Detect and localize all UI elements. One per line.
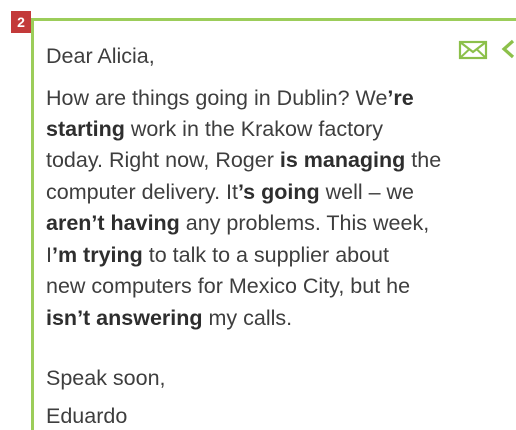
- body-text: work in the Krakow factory: [124, 117, 383, 141]
- body-line: new computers for Mexico City, but he: [46, 274, 410, 299]
- body-text: to talk to a supplier about: [142, 243, 389, 267]
- body-text: computer delivery. It: [46, 180, 238, 204]
- greeting: Dear Alicia,: [46, 44, 155, 68]
- body-line: aren’t having any problems. This week,: [46, 211, 429, 236]
- bold-verb-phrase: ’m trying: [51, 243, 143, 267]
- bold-verb-phrase: starting: [46, 117, 125, 141]
- signature: Eduardo: [46, 404, 128, 428]
- body-text: well – we: [319, 180, 415, 204]
- body-text: any problems. This week,: [179, 211, 430, 235]
- body-line: How are things going in Dublin? We’re: [46, 86, 414, 111]
- body-text: new computers for Mexico City, but he: [46, 274, 411, 298]
- body-line: today. Right now, Roger is managing the: [46, 148, 441, 173]
- left-divider: [31, 18, 34, 430]
- exercise-number-badge: 2: [11, 11, 31, 33]
- bold-verb-phrase: aren’t having: [46, 211, 180, 235]
- closing: Speak soon,: [46, 366, 166, 390]
- bold-verb-phrase: is managing: [279, 148, 406, 172]
- bold-verb-phrase: isn’t answering: [46, 306, 203, 330]
- body-line: starting work in the Krakow factory: [46, 117, 383, 142]
- body-line: I’m trying to talk to a supplier about: [46, 243, 389, 268]
- bold-verb-phrase: ’re: [387, 86, 414, 110]
- body-text: the: [405, 148, 442, 172]
- top-divider: [31, 18, 516, 21]
- body-line: computer delivery. It’s going well – we: [46, 180, 414, 205]
- envelope-icon[interactable]: [458, 40, 488, 60]
- chevron-left-icon[interactable]: [500, 38, 516, 60]
- body-line: isn’t answering my calls.: [46, 306, 292, 331]
- bold-verb-phrase: ’s going: [237, 180, 320, 204]
- body-text: How are things going in Dublin? We: [46, 86, 388, 110]
- body-text: today. Right now, Roger: [46, 148, 280, 172]
- body-text: my calls.: [202, 306, 293, 330]
